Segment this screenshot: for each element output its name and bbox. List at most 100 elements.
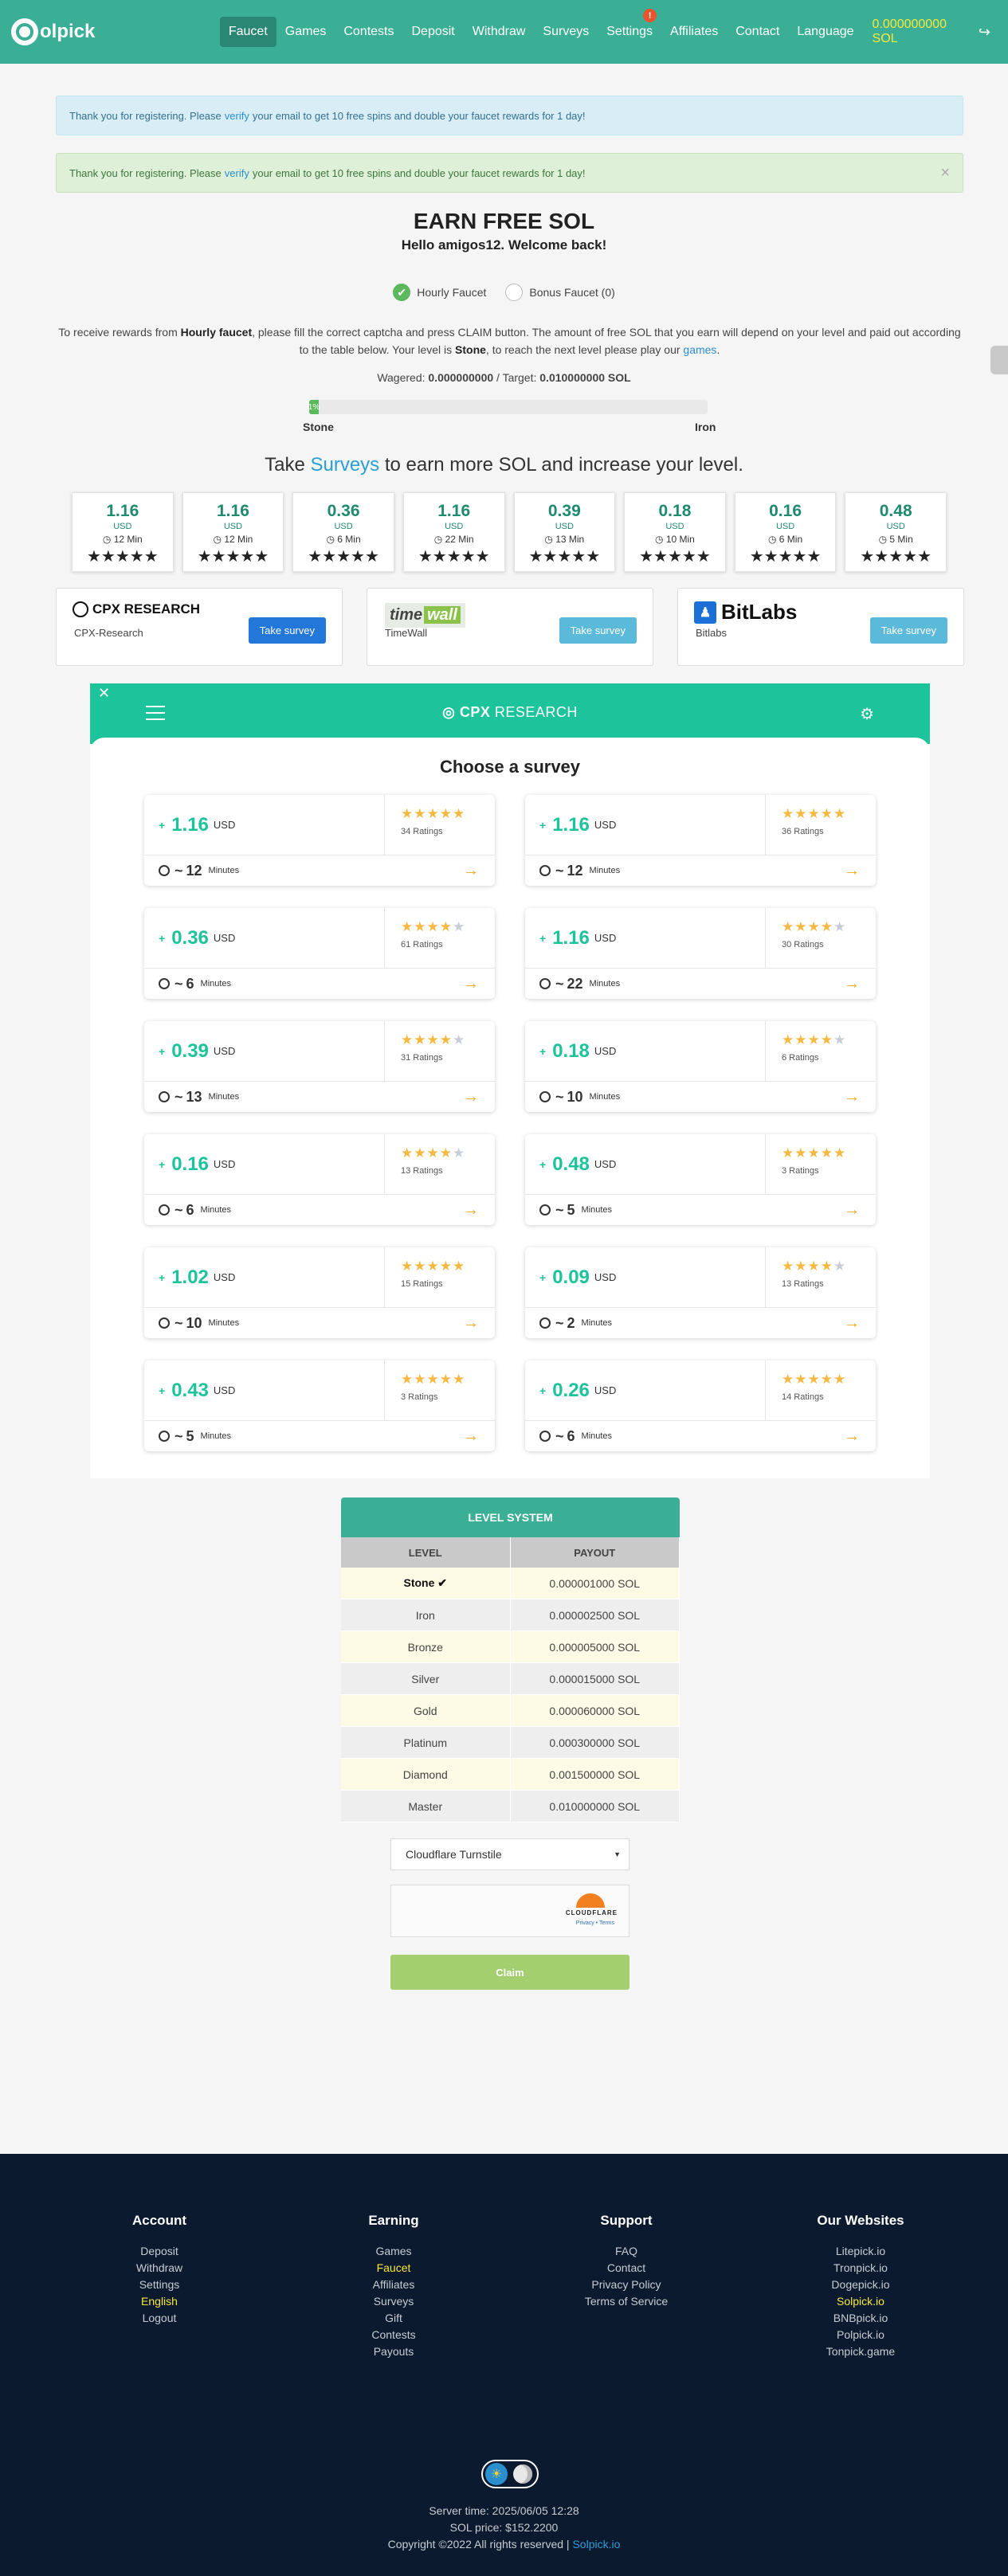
logo[interactable]: olpick <box>11 18 220 45</box>
footer-link[interactable]: Polpick.io <box>781 2327 940 2343</box>
survey-card[interactable]: +0.18 USD ★★★★★ 6 Ratings ~10 Minutes → <box>525 1021 876 1112</box>
arrow-right-icon[interactable]: → <box>844 1427 860 1446</box>
logout-icon[interactable]: ↪ <box>972 24 997 41</box>
arrow-right-icon[interactable]: → <box>844 1201 860 1219</box>
survey-card-top: +0.36 USD ★★★★★ 61 Ratings <box>144 908 495 969</box>
survey-card[interactable]: +0.26 USD ★★★★★ 14 Ratings ~6 Minutes → <box>525 1360 876 1451</box>
hourly-faucet-radio[interactable]: ✔ Hourly Faucet <box>393 284 486 301</box>
balance[interactable]: 0.000000000 SOL <box>863 18 972 46</box>
bonus-faucet-radio[interactable]: Bonus Faucet (0) <box>505 284 615 301</box>
mini-survey-card[interactable]: 0.36 USD ◷ 6 Min ★★★★★ <box>292 492 394 572</box>
star-rating: ★★★★★ <box>401 1145 465 1161</box>
footer-link[interactable]: Litepick.io <box>781 2243 940 2260</box>
plus-icon: + <box>159 1044 166 1058</box>
footer-link[interactable]: English <box>80 2293 239 2310</box>
close-icon[interactable]: × <box>940 164 950 182</box>
footer-link[interactable]: Logout <box>80 2310 239 2327</box>
survey-rating: ★★★★★ 30 Ratings <box>766 908 846 968</box>
mini-survey-card[interactable]: 1.16 USD ◷ 12 Min ★★★★★ <box>182 492 284 572</box>
footer-link[interactable]: BNBpick.io <box>781 2310 940 2327</box>
level-payout: 0.000005000 SOL <box>511 1631 680 1662</box>
footer-link[interactable]: Withdraw <box>80 2260 239 2277</box>
nav-contests[interactable]: Contests <box>335 17 402 47</box>
survey-unit: USD <box>555 522 574 531</box>
survey-card[interactable]: +0.09 USD ★★★★★ 13 Ratings ~2 Minutes → <box>525 1247 876 1338</box>
nav-contact[interactable]: Contact <box>727 17 788 47</box>
footer-link[interactable]: Tronpick.io <box>781 2260 940 2277</box>
close-icon[interactable]: ✕ <box>98 685 110 702</box>
nav-deposit[interactable]: Deposit <box>402 17 463 47</box>
cloudflare-turnstile-widget[interactable]: CLOUDFLARE Privacy • Terms <box>390 1885 630 1937</box>
nav-faucet[interactable]: Faucet <box>219 17 277 47</box>
footer-link[interactable]: Terms of Service <box>547 2293 706 2310</box>
survey-card[interactable]: +1.16 USD ★★★★★ 36 Ratings ~12 Minutes → <box>525 795 876 886</box>
mini-survey-card[interactable]: 0.16 USD ◷ 6 Min ★★★★★ <box>734 492 837 572</box>
nav-language[interactable]: Language <box>788 17 862 47</box>
survey-card[interactable]: +0.16 USD ★★★★★ 13 Ratings ~6 Minutes → <box>144 1134 495 1225</box>
copyright-link[interactable]: Solpick.io <box>572 2538 620 2551</box>
arrow-right-icon[interactable]: → <box>463 1201 479 1219</box>
cloudflare-links[interactable]: Privacy • Terms <box>576 1920 614 1926</box>
claim-button[interactable]: Claim <box>390 1955 630 1990</box>
survey-card-bottom: ~10 Minutes <box>144 1308 495 1338</box>
survey-card[interactable]: +1.16 USD ★★★★★ 34 Ratings ~12 Minutes → <box>144 795 495 886</box>
footer-link[interactable]: FAQ <box>547 2243 706 2260</box>
nav-withdraw[interactable]: Withdraw <box>464 17 535 47</box>
nav-games[interactable]: Games <box>277 17 335 47</box>
nav-surveys[interactable]: Surveys <box>534 17 598 47</box>
survey-card[interactable]: +0.36 USD ★★★★★ 61 Ratings ~6 Minutes → <box>144 908 495 999</box>
footer-link[interactable]: Affiliates <box>314 2277 473 2293</box>
footer-link[interactable]: Contests <box>314 2327 473 2343</box>
mini-survey-card[interactable]: 0.48 USD ◷ 5 Min ★★★★★ <box>845 492 947 572</box>
take-survey-button-timewall[interactable]: Take survey <box>559 617 637 644</box>
arrow-right-icon[interactable]: → <box>844 1314 860 1333</box>
progress-to-level: Iron <box>695 421 716 433</box>
filter-icon[interactable]: ⚙ <box>860 704 874 724</box>
survey-card[interactable]: +0.43 USD ★★★★★ 3 Ratings ~5 Minutes → <box>144 1360 495 1451</box>
mini-survey-card[interactable]: 0.39 USD ◷ 13 Min ★★★★★ <box>513 492 616 572</box>
verify-link[interactable]: verify <box>225 110 249 122</box>
captcha-select[interactable]: Cloudflare Turnstile ▼ <box>390 1838 630 1870</box>
star-rating: ★★★★★ <box>401 919 465 935</box>
footer-link[interactable]: Solpick.io <box>781 2293 940 2310</box>
arrow-right-icon[interactable]: → <box>463 1427 479 1446</box>
mini-survey-card[interactable]: 1.16 USD ◷ 12 Min ★★★★★ <box>72 492 174 572</box>
star-icon: ★ <box>794 1372 808 1387</box>
theme-toggle[interactable]: ☀ <box>481 2460 539 2488</box>
mini-survey-card[interactable]: 0.18 USD ◷ 10 Min ★★★★★ <box>624 492 726 572</box>
take-survey-button-bitlabs[interactable]: Take survey <box>869 617 947 644</box>
arrow-right-icon[interactable]: → <box>463 975 479 993</box>
surveys-link[interactable]: Surveys <box>310 454 379 476</box>
survey-card[interactable]: +1.02 USD ★★★★★ 15 Ratings ~10 Minutes → <box>144 1247 495 1338</box>
games-link[interactable]: games <box>683 343 716 356</box>
take-survey-button-cpx[interactable]: Take survey <box>248 617 326 644</box>
footer-link[interactable]: Faucet <box>314 2260 473 2277</box>
ratings-count: 13 Ratings <box>782 1279 824 1289</box>
verify-link[interactable]: verify <box>225 167 249 179</box>
mini-survey-card[interactable]: 1.16 USD ◷ 22 Min ★★★★★ <box>402 492 505 572</box>
footer-link[interactable]: Deposit <box>80 2243 239 2260</box>
arrow-right-icon[interactable]: → <box>844 975 860 993</box>
survey-card[interactable]: +1.16 USD ★★★★★ 30 Ratings ~22 Minutes → <box>525 908 876 999</box>
arrow-right-icon[interactable]: → <box>844 1088 860 1106</box>
side-chat-tab[interactable] <box>990 346 1008 374</box>
arrow-right-icon[interactable]: → <box>463 1088 479 1106</box>
footer-link[interactable]: Settings <box>80 2277 239 2293</box>
arrow-right-icon[interactable]: → <box>463 862 479 880</box>
footer-link[interactable]: Privacy Policy <box>547 2277 706 2293</box>
footer-link[interactable]: Surveys <box>314 2293 473 2310</box>
survey-card[interactable]: +0.39 USD ★★★★★ 31 Ratings ~13 Minutes → <box>144 1021 495 1112</box>
footer-link[interactable]: Games <box>314 2243 473 2260</box>
arrow-right-icon[interactable]: → <box>844 862 860 880</box>
survey-card[interactable]: +0.48 USD ★★★★★ 3 Ratings ~5 Minutes → <box>525 1134 876 1225</box>
footer-link[interactable]: Payouts <box>314 2343 473 2360</box>
nav-affiliates[interactable]: Affiliates <box>661 17 727 47</box>
survey-currency: USD <box>594 1045 617 1057</box>
star-rating: ★★★★★ <box>418 548 490 566</box>
nav-settings[interactable]: ! Settings <box>598 9 661 47</box>
footer-link[interactable]: Gift <box>314 2310 473 2327</box>
footer-link[interactable]: Tonpick.game <box>781 2343 940 2360</box>
footer-link[interactable]: Contact <box>547 2260 706 2277</box>
footer-link[interactable]: Dogepick.io <box>781 2277 940 2293</box>
arrow-right-icon[interactable]: → <box>463 1314 479 1333</box>
